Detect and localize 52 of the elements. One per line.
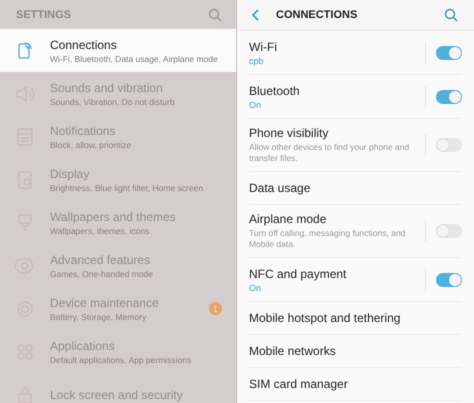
- row-description: Allow other devices to find your phone and transfer files.: [249, 142, 410, 164]
- settings-row[interactable]: Airplane mode Turn off calling, messaging functions, and Mobile data.: [249, 205, 462, 258]
- item-title: Wallpapers and themes: [50, 210, 177, 224]
- row-title: Mobile networks: [249, 344, 337, 358]
- row-title: Wi-Fi: [249, 40, 278, 54]
- settings-row[interactable]: Wi-Fi cpb: [249, 31, 462, 75]
- row-title: Bluetooth: [249, 84, 301, 98]
- toggle-switch[interactable]: [436, 224, 462, 238]
- item-subtitle: Block, allow, prioritize: [50, 140, 132, 150]
- item-title: Display: [50, 166, 90, 180]
- row-title: Phone visibility: [249, 126, 330, 140]
- row-status: cpb: [249, 56, 265, 66]
- connections-title: CONNECTIONS: [276, 9, 358, 21]
- item-title: Notifications: [50, 124, 116, 138]
- settings-item[interactable]: Connections Wi-Fi, Bluetooth, Data usage, Airplane mode: [0, 29, 236, 72]
- row-title: Mobile hotspot and tethering: [249, 311, 402, 325]
- item-title: Lock screen and security: [50, 388, 184, 402]
- row-description: Turn off calling, messaging functions, and Mobile data.: [249, 228, 406, 250]
- item-subtitle: Battery, Storage, Memory: [50, 312, 148, 322]
- back-icon[interactable]: [251, 9, 260, 21]
- item-subtitle: Wi-Fi, Bluetooth, Data usage, Airplane mode: [50, 54, 219, 64]
- item-subtitle: Games, One-handed mode: [50, 268, 154, 278]
- settings-row[interactable]: Phone visibility Allow other devices to find your phone and transfer files.: [249, 119, 462, 172]
- search-icon[interactable]: [444, 8, 458, 22]
- settings-row[interactable]: SIM card manager: [249, 368, 462, 401]
- row-title: NFC and payment: [249, 266, 348, 280]
- item-title: Device maintenance: [50, 296, 160, 310]
- item-title: Sounds and vibration: [50, 80, 164, 94]
- toggle-switch[interactable]: [436, 90, 462, 104]
- item-subtitle: Sounds, Vibration, Do not disturb: [50, 96, 176, 106]
- item-subtitle: Brightness, Blue light filter, Home screen: [50, 182, 204, 192]
- settings-row[interactable]: Mobile networks: [249, 335, 462, 368]
- item-subtitle: Wallpapers, themes, icons: [50, 226, 150, 236]
- toggle-switch[interactable]: [436, 46, 462, 60]
- settings-row[interactable]: Data usage: [249, 172, 462, 205]
- settings-row[interactable]: Bluetooth On: [249, 75, 462, 119]
- settings-row[interactable]: Mobile hotspot and tethering: [249, 302, 462, 335]
- settings-row[interactable]: NFC and payment On: [249, 258, 462, 302]
- row-status: On: [249, 100, 262, 110]
- toggle-switch[interactable]: [436, 138, 462, 152]
- item-subtitle: Default applications, App permissions: [50, 354, 192, 364]
- row-title: Airplane mode: [249, 212, 328, 226]
- search-icon[interactable]: [208, 8, 222, 22]
- row-title: Data usage: [249, 181, 312, 195]
- toggle-switch[interactable]: [436, 272, 462, 286]
- item-title: Connections: [50, 38, 118, 52]
- row-title: SIM card manager: [249, 377, 349, 391]
- count-badge: 1: [209, 302, 222, 315]
- row-status: On: [249, 282, 262, 292]
- item-title: Advanced features: [50, 252, 152, 266]
- settings-title: SETTINGS: [16, 8, 72, 20]
- item-title: Applications: [50, 338, 116, 352]
